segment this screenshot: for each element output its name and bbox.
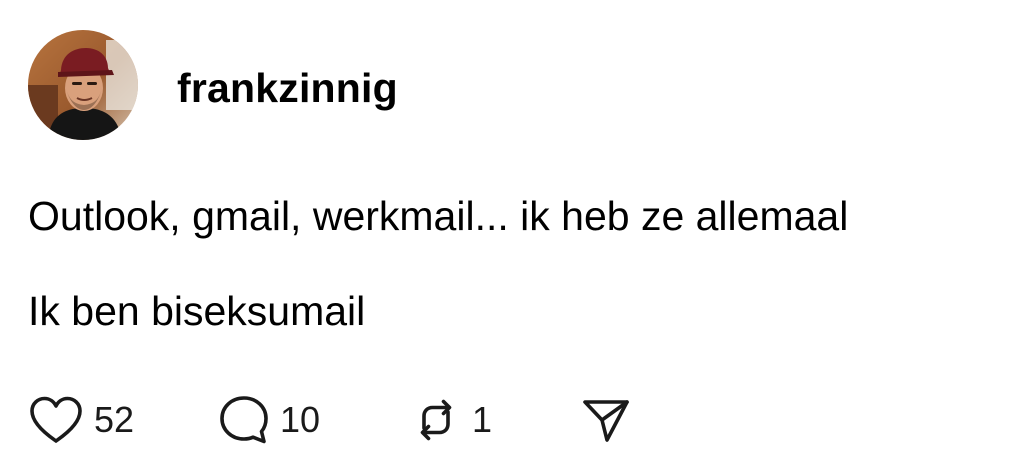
post-text-line: Outlook, gmail, werkmail... ik heb ze al… (28, 193, 849, 239)
like-count: 52 (94, 399, 135, 440)
profile-photo-icon (28, 30, 138, 140)
thread-post: frankzinnig Outlook, gmail, werkmail... … (0, 0, 1024, 462)
send-icon (583, 400, 629, 442)
comment-bubble-icon (220, 396, 268, 444)
avatar[interactable] (28, 30, 138, 140)
action-bar: 52 10 1 (28, 392, 632, 448)
repost-icon (420, 399, 452, 441)
post-text-line: Ik ben biseksumail (28, 288, 366, 334)
comment-count: 10 (280, 399, 321, 440)
share-button[interactable] (580, 394, 632, 446)
heart-icon (30, 396, 82, 443)
repost-count: 1 (472, 399, 493, 440)
like-button[interactable]: 52 (28, 395, 218, 445)
repost-button[interactable]: 1 (410, 394, 580, 446)
comment-button[interactable]: 10 (218, 394, 410, 446)
username[interactable]: frankzinnig (177, 62, 398, 114)
